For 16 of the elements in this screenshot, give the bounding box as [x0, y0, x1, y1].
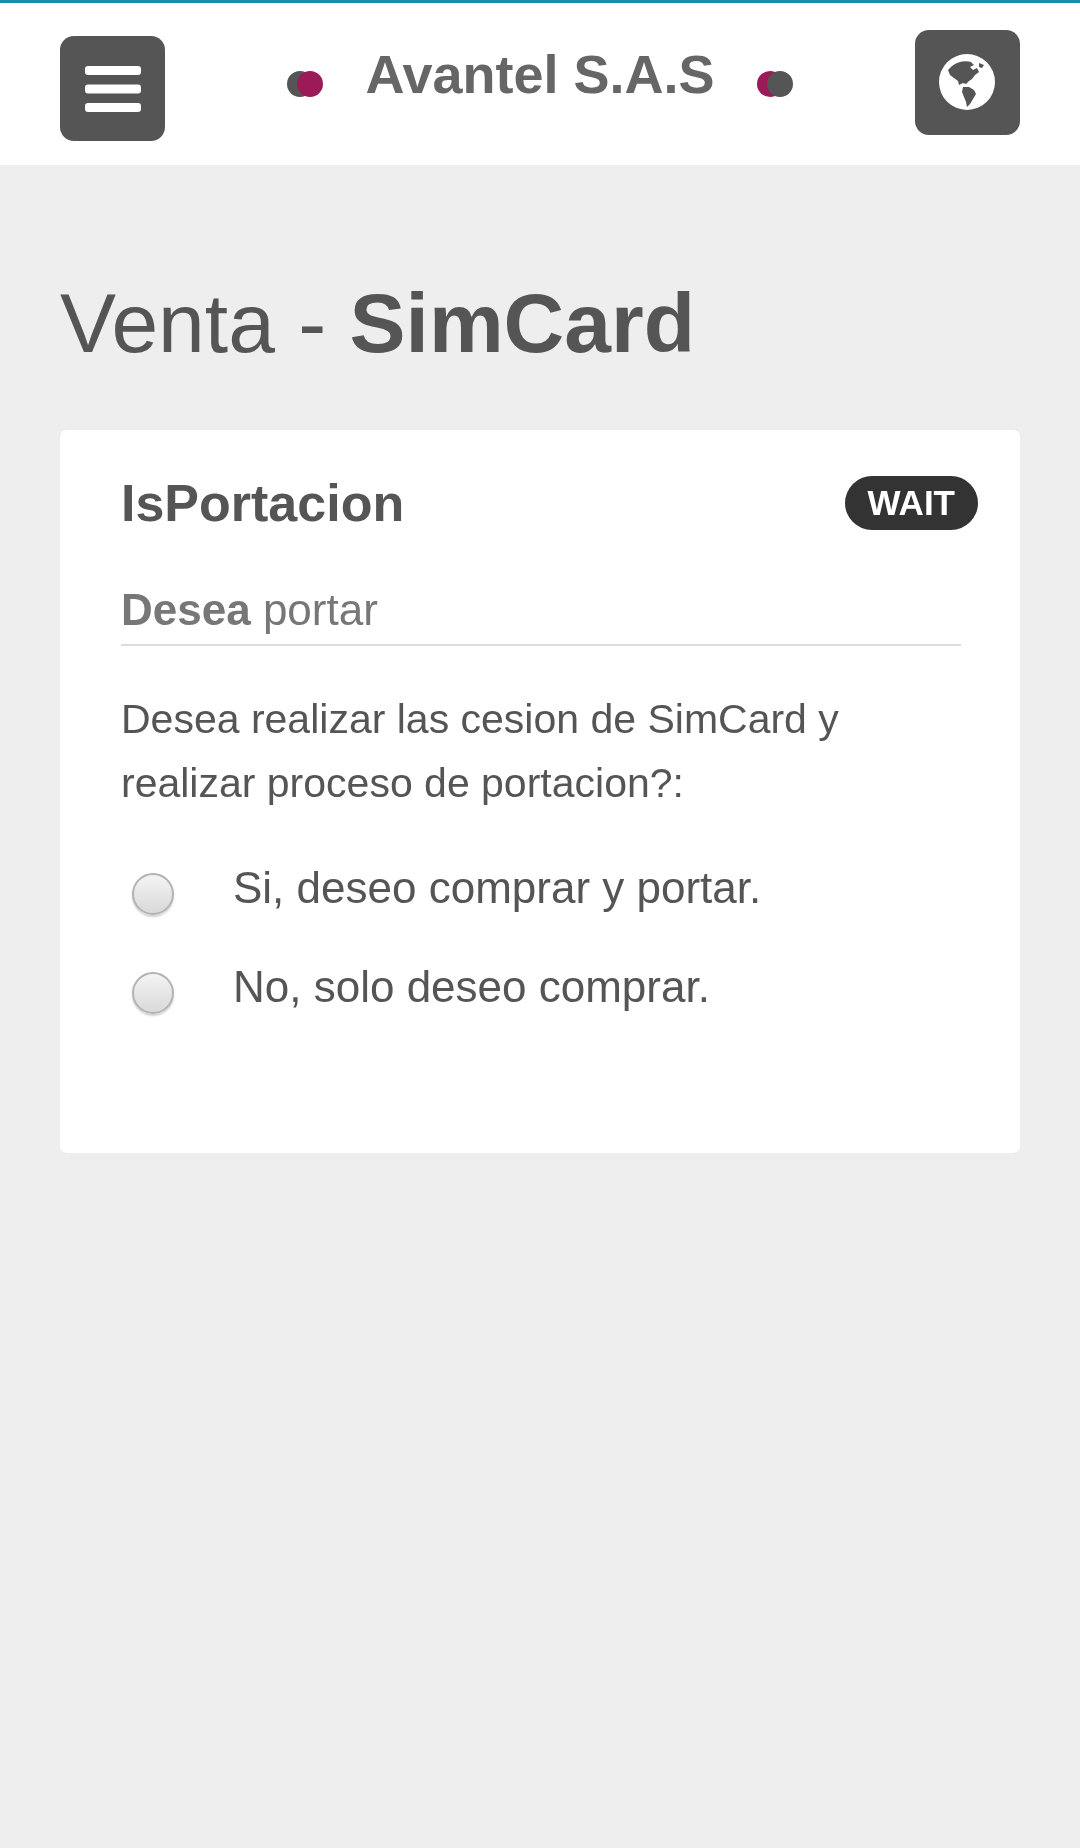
globe-button[interactable]: [915, 29, 1020, 135]
section-legend: Desea portar: [121, 588, 961, 646]
brand-title: Avantel S.A.S: [365, 47, 715, 101]
menu-icon: [84, 65, 141, 112]
question-text: Desea realizar las cesion de SimCard y realizar proceso de portacion?:: [121, 695, 840, 808]
double-dot-icon: [756, 71, 793, 97]
double-dot-icon: [287, 71, 324, 97]
option-label[interactable]: Si, deseo comprar y portar.: [233, 862, 762, 915]
globe-icon: [939, 54, 996, 110]
option-label[interactable]: No, solo deseo comprar.: [233, 961, 710, 1014]
menu-button[interactable]: [60, 36, 165, 141]
page-title: Venta - SimCard: [60, 281, 696, 365]
radio-button[interactable]: [132, 872, 174, 915]
card-title: IsPortacion: [121, 477, 405, 529]
radio-button[interactable]: [132, 971, 174, 1014]
status-badge: WAIT: [844, 476, 978, 530]
